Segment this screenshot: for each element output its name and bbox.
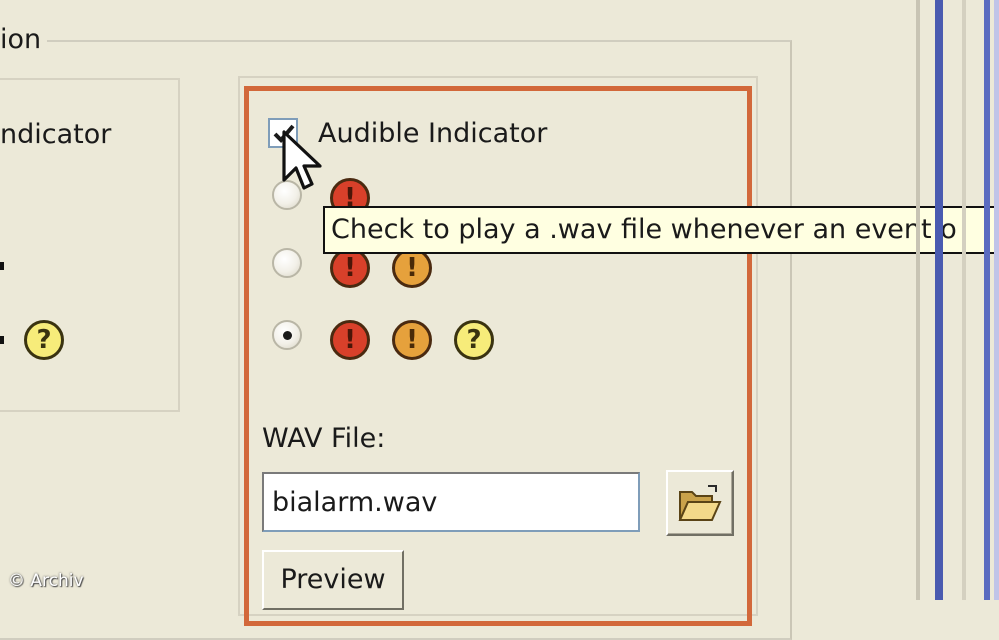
browse-button[interactable] xyxy=(666,470,734,536)
error-icon: ! xyxy=(330,248,370,288)
window-border xyxy=(935,0,943,600)
tooltip: Check to play a .wav file whenever an ev… xyxy=(323,206,999,254)
window-border xyxy=(916,0,920,600)
left-radio-fragment xyxy=(0,262,4,270)
error-icon: ! xyxy=(330,320,370,360)
info-icon: ? xyxy=(24,320,64,360)
mouse-cursor-icon xyxy=(282,130,322,190)
left-radio-fragment xyxy=(0,336,4,344)
warning-icon: ! xyxy=(392,320,432,360)
radio-all-events[interactable] xyxy=(272,320,302,350)
info-icon: ? xyxy=(454,320,494,360)
preview-button[interactable]: Preview xyxy=(262,550,404,610)
window-border xyxy=(962,0,966,600)
warning-icon: ! xyxy=(392,248,432,288)
copyright-watermark: © Archiv xyxy=(8,571,84,591)
group-title: ion xyxy=(0,22,48,58)
audible-indicator-label: Audible Indicator xyxy=(318,118,548,149)
visual-indicator-label: ndicator xyxy=(0,119,112,150)
open-folder-icon xyxy=(678,485,722,521)
window-border xyxy=(984,0,990,600)
wav-file-input[interactable] xyxy=(262,472,640,532)
window-border xyxy=(994,0,999,600)
radio-errors-warnings[interactable] xyxy=(272,248,302,278)
wav-file-label: WAV File: xyxy=(262,423,386,454)
